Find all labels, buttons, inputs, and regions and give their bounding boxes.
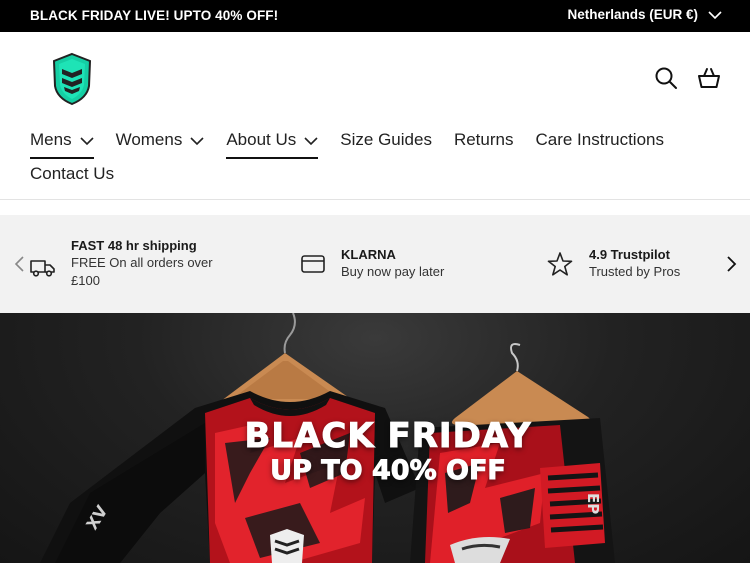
- basket-icon[interactable]: [697, 66, 721, 90]
- nav-item-label: Size Guides: [340, 130, 432, 149]
- announcement-text: BLACK FRIDAY LIVE! UPTO 40% OFF!: [30, 8, 279, 23]
- usp-title: 4.9 Trustpilot: [589, 247, 670, 262]
- chevron-down-icon: [708, 10, 722, 19]
- usp-subtitle: Trusted by Pros: [589, 264, 681, 279]
- nav-item-size-guides[interactable]: Size Guides: [340, 130, 432, 159]
- hero-title: BLACK FRIDAY: [244, 416, 532, 457]
- truck-icon: [30, 260, 55, 277]
- chevron-down-icon: [304, 137, 318, 146]
- hero-banner[interactable]: XV EP BLACK FRIDAY UP TO 40% OFF: [0, 313, 750, 563]
- nav-item-label: Returns: [453, 130, 514, 149]
- nav-item-returns[interactable]: Returns: [454, 130, 514, 159]
- usp-item-trustpilot: 4.9 Trustpilot Trusted by Pros: [547, 247, 680, 281]
- nav-item-mens[interactable]: Mens: [30, 130, 94, 159]
- nav-item-contact-us[interactable]: Contact Us: [30, 164, 664, 193]
- hero-subtitle: UP TO 40% OFF: [270, 455, 507, 487]
- locale-selector[interactable]: Netherlands (EUR €): [567, 7, 722, 22]
- card-icon: [301, 255, 325, 273]
- locale-label: Netherlands (EUR €): [567, 7, 698, 22]
- usp-title: FAST 48 hr shipping: [71, 238, 197, 253]
- nav-item-about-us[interactable]: About Us: [226, 130, 319, 159]
- nav-item-label: Womens: [115, 130, 183, 149]
- usp-item-klarna: KLARNA Buy now pay later: [300, 247, 444, 281]
- nav-item-care-instructions[interactable]: Care Instructions: [535, 130, 664, 159]
- usp-item-shipping: FAST 48 hr shipping FREE On all orders o…: [30, 238, 221, 290]
- search-icon[interactable]: [654, 66, 678, 90]
- usp-title: KLARNA: [341, 247, 396, 262]
- chevron-down-icon: [80, 137, 94, 146]
- nav-item-label: About Us: [226, 130, 297, 149]
- chevron-down-icon: [190, 137, 204, 146]
- shield-logo-icon[interactable]: [52, 52, 92, 106]
- usp-subtitle: FREE On all orders over £100: [71, 255, 213, 288]
- usp-carousel: FAST 48 hr shipping FREE On all orders o…: [0, 215, 750, 313]
- svg-text:EP: EP: [584, 493, 602, 514]
- announcement-bar: BLACK FRIDAY LIVE! UPTO 40% OFF! Netherl…: [0, 0, 750, 32]
- usp-subtitle: Buy now pay later: [341, 264, 445, 279]
- nav-item-label: Mens: [30, 130, 72, 149]
- chevron-right-icon[interactable]: [724, 255, 738, 273]
- nav-item-label: Care Instructions: [535, 130, 664, 149]
- star-icon: [547, 252, 573, 276]
- nav-item-label: Contact Us: [30, 164, 115, 183]
- chevron-left-icon[interactable]: [13, 255, 27, 273]
- main-navigation: Mens Womens About Us Size Guides Returns…: [30, 130, 664, 193]
- nav-item-womens[interactable]: Womens: [116, 130, 205, 159]
- site-header: Mens Womens About Us Size Guides Returns…: [0, 32, 750, 200]
